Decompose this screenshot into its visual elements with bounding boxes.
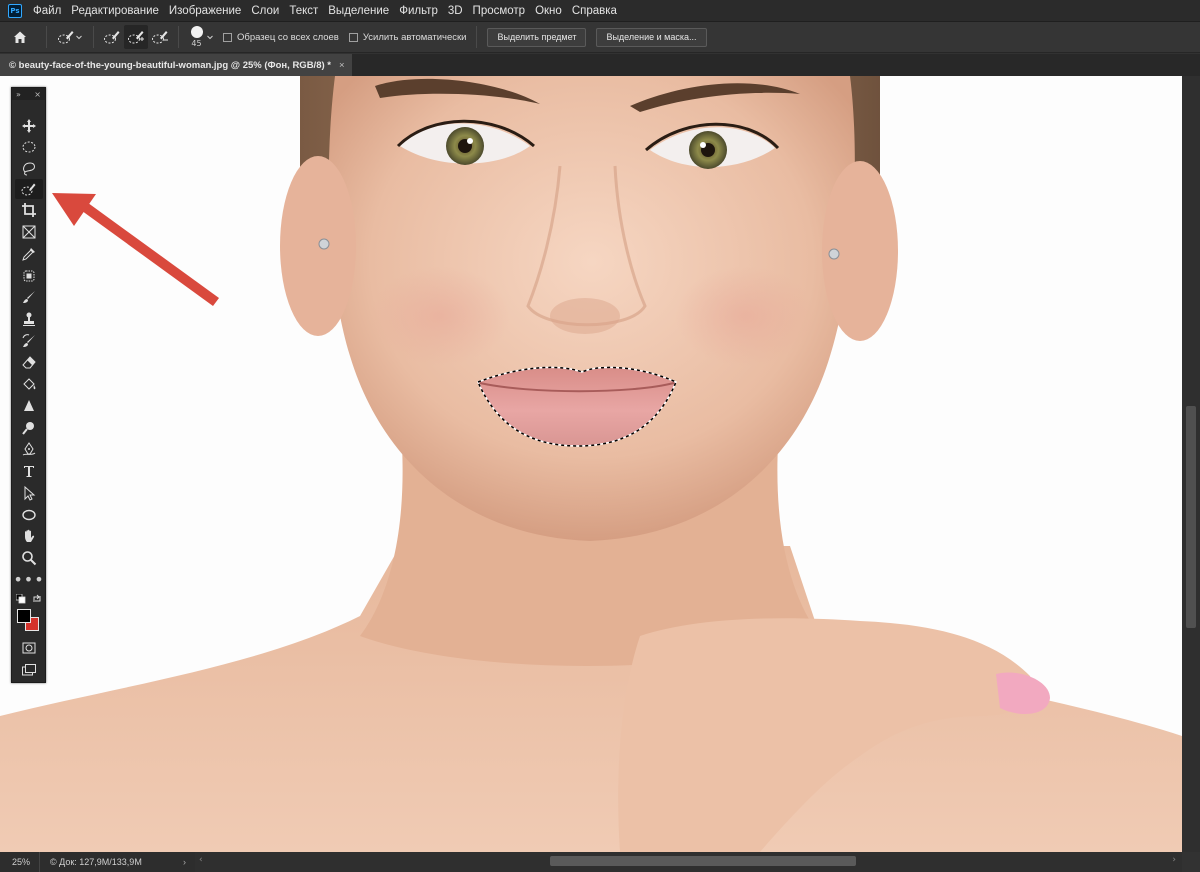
tools-panel: » × ••• — [11, 87, 46, 683]
shape-tool[interactable] — [15, 505, 43, 525]
document-size-info: © Док: 127,9M/133,9M — [50, 857, 142, 867]
scroll-right-icon[interactable]: › — [1172, 855, 1176, 865]
move-tool[interactable] — [15, 116, 43, 136]
path-selection-icon — [24, 485, 36, 501]
swap-colors-icon[interactable] — [32, 594, 42, 604]
dodge-icon — [22, 422, 34, 435]
type-icon — [24, 466, 34, 477]
paint-bucket-tool[interactable] — [15, 374, 43, 394]
healing-brush-icon — [23, 270, 35, 282]
zoom-icon — [22, 551, 37, 566]
history-brush-icon — [22, 334, 35, 347]
scroll-left-icon[interactable]: ‹ — [199, 855, 203, 865]
pen-icon — [22, 442, 36, 456]
more-tools-icon: ••• — [13, 570, 45, 589]
eyedropper-tool[interactable] — [15, 244, 43, 264]
quick-mask-icon — [22, 642, 36, 654]
frame-tool[interactable] — [15, 222, 43, 242]
zoom-level-field[interactable]: 25% — [0, 852, 40, 872]
move-icon — [22, 119, 36, 133]
photoshop-window: Ps Файл Редактирование Изображение Слои … — [0, 0, 1200, 872]
brush-icon — [23, 291, 35, 303]
pen-tool[interactable] — [15, 439, 43, 459]
crop-tool[interactable] — [15, 200, 43, 220]
path-selection-tool[interactable] — [15, 483, 43, 503]
eraser-icon — [22, 356, 36, 369]
brush-tool[interactable] — [15, 287, 43, 307]
foreground-color-swatch[interactable] — [17, 609, 31, 623]
lasso-tool[interactable] — [15, 158, 43, 178]
edit-toolbar-button[interactable]: ••• — [13, 570, 45, 590]
clone-stamp-tool[interactable] — [15, 309, 43, 329]
stamp-icon — [23, 312, 35, 326]
paint-bucket-icon — [23, 378, 36, 390]
horizontal-scroll-thumb[interactable] — [550, 856, 856, 866]
status-bar: 25% © Док: 127,9M/133,9M › — [0, 852, 195, 872]
eyedropper-icon — [22, 248, 35, 261]
status-menu-arrow[interactable]: › — [183, 857, 195, 867]
screen-mode-button[interactable] — [15, 660, 43, 680]
color-swatch-controls — [16, 594, 42, 604]
zoom-tool[interactable] — [15, 548, 43, 568]
screen-mode-icon — [22, 664, 36, 676]
quick-selection-icon — [21, 183, 36, 196]
blur-drop-icon — [24, 400, 34, 411]
horizontal-scrollbar[interactable]: ‹ › — [195, 852, 1182, 872]
quick-selection-tool[interactable] — [15, 179, 43, 199]
vertical-scroll-thumb[interactable] — [1186, 406, 1196, 628]
hand-icon — [25, 529, 35, 542]
healing-brush-tool[interactable] — [15, 266, 43, 286]
annotation-arrow — [52, 193, 219, 306]
dodge-tool[interactable] — [15, 418, 43, 438]
ellipse-shape-icon — [22, 509, 36, 521]
hand-tool[interactable] — [15, 526, 43, 546]
elliptical-marquee-icon — [22, 141, 36, 153]
lasso-icon — [23, 162, 35, 176]
crop-icon — [22, 203, 36, 217]
frame-icon — [22, 225, 36, 239]
default-colors-icon[interactable] — [16, 594, 26, 604]
blur-tool[interactable] — [15, 396, 43, 416]
history-brush-tool[interactable] — [15, 331, 43, 351]
eraser-tool[interactable] — [15, 352, 43, 372]
collapse-panel-button[interactable]: » — [16, 90, 21, 99]
tools-panel-header: » × — [12, 88, 45, 100]
type-tool[interactable] — [15, 461, 43, 481]
close-panel-button[interactable]: × — [34, 90, 41, 99]
vertical-scrollbar[interactable] — [1182, 76, 1200, 852]
quick-mask-button[interactable] — [15, 638, 43, 658]
marquee-tool[interactable] — [15, 137, 43, 157]
